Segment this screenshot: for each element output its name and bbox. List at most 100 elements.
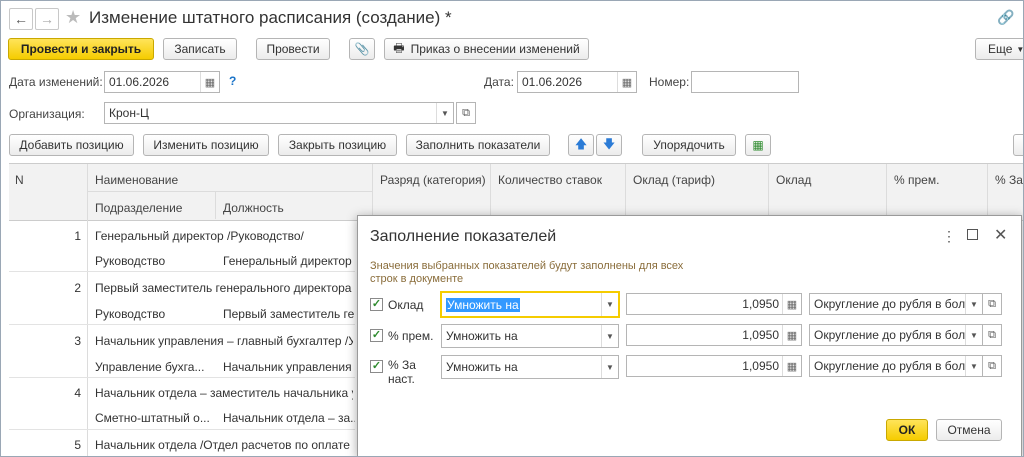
row-dept: Руководство [95, 254, 166, 268]
printer-icon: 🖶 [393, 40, 405, 55]
seniority-operation-select[interactable]: Умножить на ▼ [441, 355, 619, 379]
col-n[interactable]: N [15, 173, 24, 187]
close-icon[interactable]: ✕ [994, 225, 1007, 245]
bonus-operation-select[interactable]: Умножить на ▼ [441, 324, 619, 348]
row-position: Начальник управления ... [223, 360, 355, 374]
column-divider [490, 164, 491, 219]
cancel-button[interactable]: Отмена [936, 419, 1002, 441]
move-up-button[interactable]: 🡅 [568, 134, 594, 156]
checkbox-bonus[interactable]: ✓ [370, 329, 383, 342]
seniority-rounding-select[interactable]: Округление до рубля в бол ▼ [809, 355, 983, 377]
dropdown-arrow-icon[interactable]: ▼ [965, 325, 982, 345]
col-more[interactable]: % За [995, 173, 1023, 187]
more-menu-button[interactable]: Еще ▼ [975, 38, 1023, 60]
seniority-value-field[interactable]: 1,0950 ▦ [626, 355, 802, 377]
col-dept[interactable]: Подразделение [95, 201, 182, 215]
row-name: Начальник управления – главный бухгалтер… [95, 334, 353, 348]
bonus-value: 1,0950 [742, 328, 779, 342]
open-icon: ⧉ [462, 106, 470, 119]
ok-button[interactable]: ОК [886, 419, 928, 441]
calendar-icon[interactable]: ▦ [200, 72, 219, 92]
fill-indicators-button[interactable]: Заполнить показатели [406, 134, 550, 156]
col-bonus[interactable]: % прем. [894, 173, 939, 187]
salary-label: Оклад [388, 298, 424, 312]
open-rounding-button[interactable]: ⧉ [982, 355, 1002, 377]
date-changes-label: Дата изменений: [9, 75, 103, 89]
back-button[interactable]: ← [9, 8, 33, 30]
bonus-rounding-select[interactable]: Округление до рубля в бол ▼ [809, 324, 983, 346]
open-rounding-button[interactable]: ⧉ [982, 324, 1002, 346]
dialog-title: Заполнение показателей [370, 228, 557, 245]
fill-indicators-dialog: Заполнение показателей ⋮ ✕ Значения выбр… [357, 215, 1022, 456]
col-position[interactable]: Должность [223, 201, 284, 215]
date-changes-field[interactable]: 01.06.2026 ▦ [104, 71, 220, 93]
dropdown-arrow-icon[interactable]: ▼ [601, 325, 618, 347]
dropdown-arrow-icon[interactable]: ▼ [965, 356, 982, 376]
row-divider [9, 271, 355, 272]
column-divider [886, 164, 887, 219]
org-label: Организация: [9, 107, 85, 121]
column-divider [625, 164, 626, 219]
open-org-button[interactable]: ⧉ [456, 102, 476, 124]
row-dept: Сметно-штатный о... [95, 411, 210, 425]
favorite-star-icon[interactable]: ★ [65, 7, 81, 28]
calculator-icon[interactable]: ▦ [782, 356, 801, 376]
col-salary[interactable]: Оклад [776, 173, 811, 187]
col-name[interactable]: Наименование [95, 173, 178, 187]
checkbox-seniority[interactable]: ✓ [370, 360, 383, 373]
date-field[interactable]: 01.06.2026 ▦ [517, 71, 637, 93]
calculator-icon[interactable]: ▦ [782, 294, 801, 314]
paperclip-icon: 📎 [354, 42, 370, 56]
dropdown-arrow-icon[interactable]: ▼ [965, 294, 982, 314]
calendar-icon[interactable]: ▦ [617, 72, 636, 92]
edit-position-button[interactable]: Изменить позицию [143, 134, 269, 156]
date-label: Дата: [484, 75, 514, 89]
row-dept: Руководство [95, 307, 166, 321]
checkbox-salary[interactable]: ✓ [370, 298, 383, 311]
row-divider [9, 377, 355, 378]
save-button[interactable]: Записать [163, 38, 237, 60]
help-icon[interactable]: ? [229, 74, 236, 88]
forward-button[interactable]: → [35, 8, 59, 30]
bonus-label: % прем. [388, 329, 434, 343]
number-field[interactable] [691, 71, 799, 93]
table-settings-button[interactable]: ▦ [745, 134, 771, 156]
link-icon[interactable]: 🔗 [997, 9, 1014, 26]
row-name: Первый заместитель генерального директор… [95, 281, 353, 295]
row-divider [9, 324, 355, 325]
seniority-value: 1,0950 [742, 359, 779, 373]
close-position-button[interactable]: Закрыть позицию [278, 134, 397, 156]
sort-button[interactable]: Упорядочить [642, 134, 736, 156]
row-number: 2 [74, 281, 81, 295]
more-actions-button[interactable] [1013, 134, 1023, 156]
add-position-button[interactable]: Добавить позицию [9, 134, 134, 156]
salary-value-field[interactable]: 1,0950 ▦ [626, 293, 802, 315]
row-position: Генеральный директор [223, 254, 352, 268]
dropdown-arrow-icon[interactable]: ▼ [601, 293, 618, 316]
attach-button[interactable]: 📎 [349, 38, 375, 60]
more-vert-icon[interactable]: ⋮ [942, 228, 956, 245]
seniority-operation-value: Умножить на [446, 360, 518, 374]
post-and-close-button[interactable]: Провести и закрыть [8, 38, 154, 60]
org-field[interactable]: Крон-Ц ▼ [104, 102, 454, 124]
calculator-icon[interactable]: ▦ [782, 325, 801, 345]
post-button[interactable]: Провести [256, 38, 330, 60]
row-number: 5 [74, 438, 81, 452]
open-rounding-button[interactable]: ⧉ [982, 293, 1002, 315]
bonus-value-field[interactable]: 1,0950 ▦ [626, 324, 802, 346]
col-grade[interactable]: Разряд (категория) [380, 173, 486, 187]
row-dept: Управление бухга... [95, 360, 205, 374]
maximize-icon[interactable] [967, 229, 978, 240]
column-divider [987, 164, 988, 219]
column-divider [215, 191, 216, 219]
seniority-label: % За наст. [388, 358, 416, 386]
salary-operation-select[interactable]: Умножить на ▼ [441, 292, 619, 317]
salary-rounding-select[interactable]: Округление до рубля в бол ▼ [809, 293, 983, 315]
dropdown-arrow-icon[interactable]: ▼ [436, 103, 453, 123]
col-rates[interactable]: Количество ставок [498, 173, 602, 187]
order-button[interactable]: 🖶 Приказ о внесении изменений [384, 38, 589, 60]
dropdown-arrow-icon[interactable]: ▼ [601, 356, 618, 378]
row-name: Генеральный директор /Руководство/ [95, 229, 304, 243]
col-tariff[interactable]: Оклад (тариф) [633, 173, 715, 187]
move-down-button[interactable]: 🡇 [596, 134, 622, 156]
